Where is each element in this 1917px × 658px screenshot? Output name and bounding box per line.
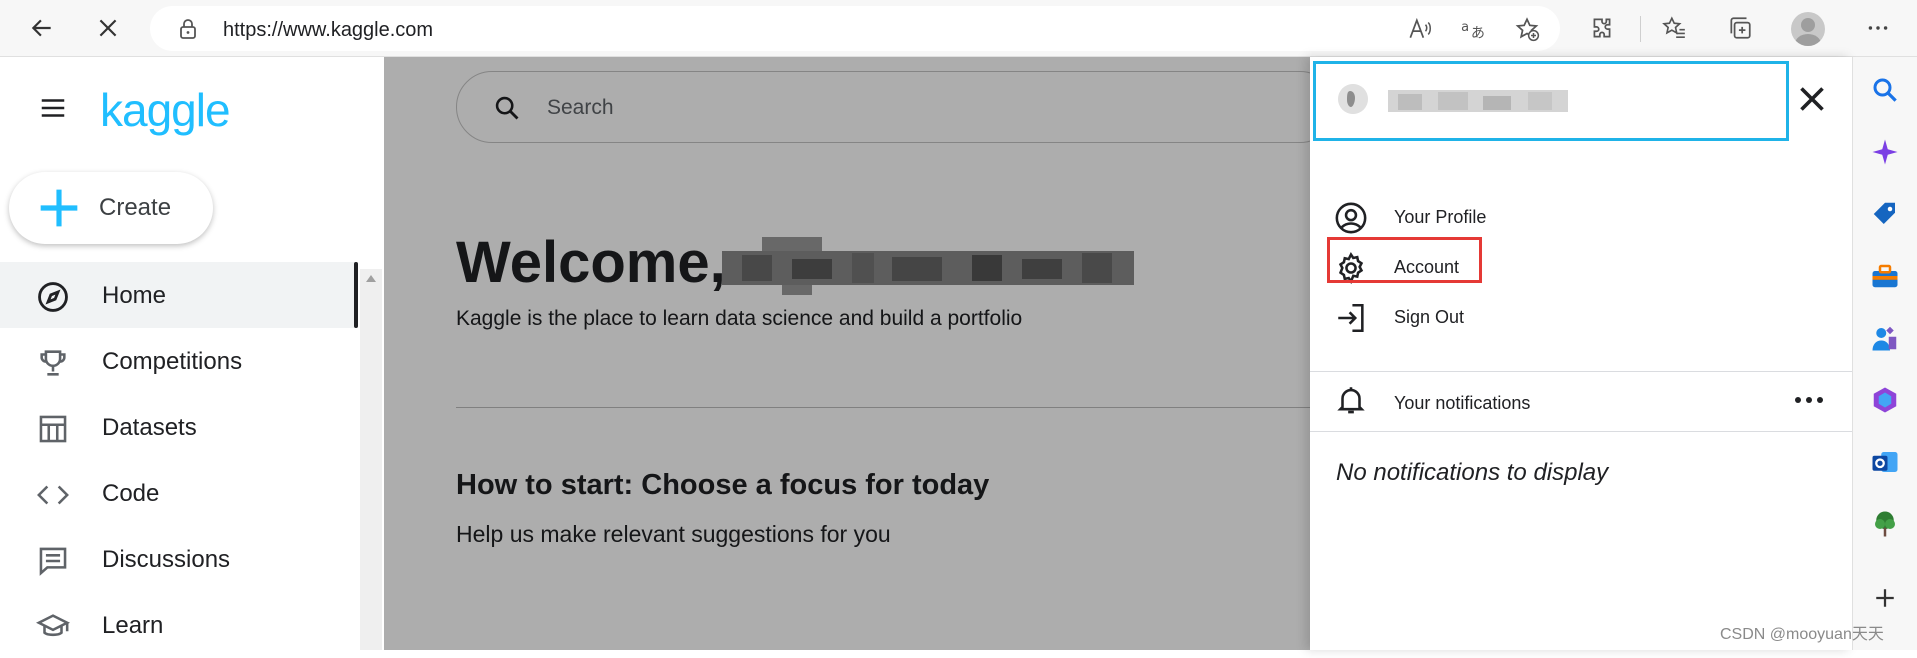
divider [1310, 431, 1852, 432]
collections-icon [1730, 17, 1751, 39]
nav-item-competitions[interactable]: Competitions [0, 328, 358, 394]
arrow-left-icon [31, 19, 51, 37]
tree-icon[interactable] [1870, 509, 1900, 539]
stop-loading-button[interactable] [88, 8, 128, 48]
table-icon [39, 415, 67, 443]
toolbox-icon[interactable] [1870, 261, 1900, 291]
url-text[interactable]: https://www.kaggle.com [223, 19, 433, 42]
more-horizontal-icon [1868, 26, 1888, 30]
hamburger-menu-icon[interactable] [38, 93, 68, 123]
games-icon[interactable] [1870, 323, 1900, 353]
address-bar[interactable]: https://www.kaggle.com aあ [150, 6, 1560, 51]
notifications-label: Your notifications [1394, 393, 1531, 413]
create-label: Create [99, 194, 172, 221]
plus-icon [40, 189, 78, 227]
close-icon[interactable] [1794, 81, 1830, 117]
trophy-icon [40, 350, 66, 376]
left-navigation: kaggle Create Home Competitions Datasets… [0, 57, 358, 650]
nav-item-code[interactable]: Code [0, 460, 358, 526]
nav-scrollbar[interactable] [360, 269, 382, 650]
code-icon [37, 485, 69, 505]
bell-icon [1337, 387, 1365, 414]
watermark: CSDN @mooyuan天天 [1720, 626, 1884, 643]
search-icon[interactable] [1870, 75, 1900, 105]
extensions-button[interactable] [1582, 8, 1622, 48]
toolbar-separator [1640, 16, 1641, 42]
browser-profile-avatar[interactable] [1791, 12, 1825, 46]
account-highlight-box [1327, 237, 1482, 283]
lock-icon[interactable] [176, 17, 200, 41]
shopping-tag-icon[interactable] [1870, 199, 1900, 229]
puzzle-icon [1593, 18, 1611, 38]
nav-scroll-thumb[interactable] [354, 262, 358, 328]
translate-icon: aあ [1461, 20, 1485, 42]
nav-label-discussions: Discussions [102, 546, 231, 573]
outlook-icon[interactable] [1870, 447, 1900, 477]
close-icon [99, 19, 117, 37]
sign-out-icon [1338, 303, 1364, 333]
browser-toolbar: https://www.kaggle.com aあ [0, 0, 1917, 57]
nav-item-discussions[interactable]: Discussions [0, 526, 358, 592]
svg-text:a: a [1461, 20, 1469, 35]
back-button[interactable] [22, 8, 62, 48]
menu-item-sign-out[interactable]: Sign Out [1310, 289, 1852, 345]
menu-label-your-profile: Your Profile [1394, 207, 1487, 227]
read-aloud-icon [1409, 17, 1431, 38]
read-aloud-button[interactable] [1405, 15, 1433, 43]
translate-button[interactable]: aあ [1459, 15, 1487, 43]
collections-button[interactable] [1720, 8, 1760, 48]
plus-icon[interactable] [1870, 583, 1900, 613]
menu-label-sign-out: Sign Out [1394, 307, 1465, 327]
comments-icon [39, 547, 67, 576]
kaggle-logo[interactable]: kaggle [100, 83, 231, 137]
add-favorite-button[interactable] [1513, 15, 1541, 43]
favorites-button[interactable] [1654, 8, 1694, 48]
nav-item-learn[interactable]: Learn [0, 592, 358, 658]
divider [1310, 371, 1852, 372]
modal-backdrop[interactable] [384, 57, 1310, 650]
edge-sidebar [1852, 57, 1917, 650]
create-button[interactable]: Create [9, 172, 213, 244]
svg-text:あ: あ [1471, 26, 1485, 42]
nav-label-home: Home [102, 282, 167, 309]
scroll-up-arrow[interactable] [366, 275, 376, 282]
settings-more-button[interactable] [1858, 8, 1898, 48]
nav-label-datasets: Datasets [102, 414, 197, 441]
graduation-cap-icon [36, 614, 70, 637]
compass-icon [38, 282, 68, 312]
profile-header[interactable] [1313, 61, 1789, 141]
favorites-icon [1662, 16, 1685, 39]
nav-item-home[interactable]: Home [0, 262, 358, 328]
nav-label-code: Code [102, 480, 160, 507]
nav-label-learn: Learn [102, 612, 164, 639]
redacted-user-name [1388, 90, 1568, 112]
user-avatar [1338, 84, 1368, 114]
star-add-icon [1515, 17, 1540, 42]
copilot-sparkle-icon[interactable] [1870, 137, 1900, 167]
more-horizontal-icon[interactable] [1794, 393, 1824, 407]
user-circle-icon [1335, 202, 1367, 234]
nav-item-datasets[interactable]: Datasets [0, 394, 358, 460]
nav-label-competitions: Competitions [102, 348, 243, 375]
microsoft-365-icon[interactable] [1870, 385, 1900, 415]
profile-panel: Your Profile Account Sign Out Your notif… [1310, 57, 1852, 650]
empty-notifications-text: No notifications to display [1336, 459, 1609, 486]
